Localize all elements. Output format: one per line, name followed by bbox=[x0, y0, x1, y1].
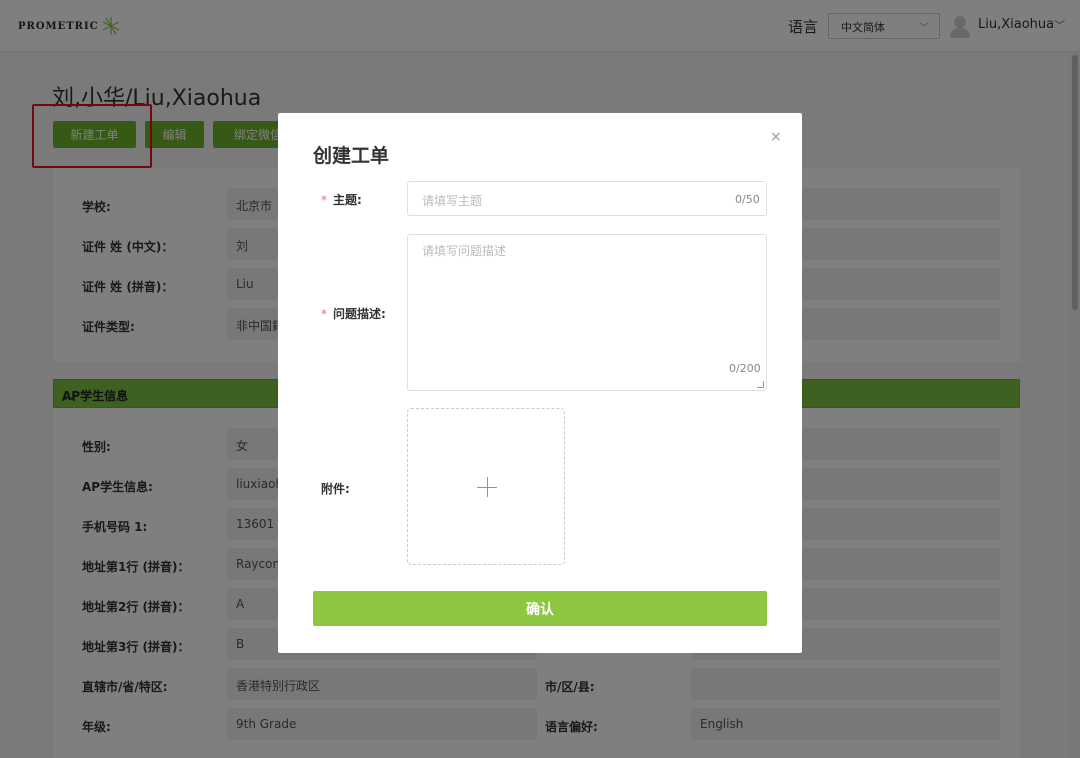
description-label-text: 问题描述: bbox=[333, 307, 386, 321]
attachment-label: 附件: bbox=[321, 482, 350, 496]
subject-char-count: 0/50 bbox=[735, 193, 760, 206]
description-char-count: 0/200 bbox=[729, 362, 761, 375]
description-textarea[interactable]: 请填写问题描述 bbox=[407, 234, 767, 391]
plus-icon bbox=[487, 477, 488, 497]
description-placeholder: 请填写问题描述 bbox=[422, 244, 507, 258]
subject-input[interactable]: 请填写主题 bbox=[407, 181, 767, 216]
confirm-button[interactable]: 确认 bbox=[313, 591, 767, 626]
attachment-upload[interactable] bbox=[407, 408, 565, 565]
subject-placeholder: 请填写主题 bbox=[422, 194, 483, 208]
dialog-title: 创建工单 bbox=[313, 145, 390, 167]
subject-label: * 主题: bbox=[321, 191, 362, 208]
required-mark: * bbox=[321, 307, 327, 321]
create-ticket-dialog: 创建工单 × * 主题: 请填写主题 0/50 * 问题描述: 请填写问题描述 0/… bbox=[278, 113, 802, 653]
subject-label-text: 主题: bbox=[333, 193, 362, 207]
description-label: * 问题描述: bbox=[321, 305, 386, 322]
resize-handle[interactable] bbox=[757, 381, 764, 388]
close-icon[interactable]: × bbox=[770, 129, 782, 145]
required-mark: * bbox=[321, 193, 327, 207]
